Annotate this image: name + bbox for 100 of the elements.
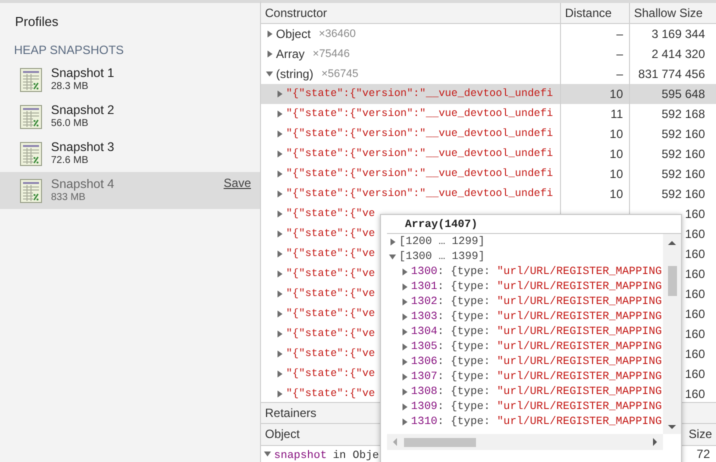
shallow-size: 160 xyxy=(684,246,705,261)
caret-right-icon[interactable] xyxy=(276,270,284,278)
distance-value: 11 xyxy=(610,106,623,121)
shallow-size: 160 xyxy=(684,226,705,241)
caret-right-icon[interactable] xyxy=(276,150,284,158)
shallow-size: 160 xyxy=(684,206,705,221)
constructor-name: Object xyxy=(276,26,311,41)
distance-value: 10 xyxy=(610,186,623,201)
retainer-size: 72 xyxy=(696,447,710,462)
caret-right-icon[interactable] xyxy=(276,90,284,98)
caret-right-icon[interactable] xyxy=(276,110,284,118)
string-value: "{"state":{"version":"__vue_devtool_undefi xyxy=(286,108,554,120)
spreadsheet-icon xyxy=(20,178,42,202)
caret-right-icon[interactable] xyxy=(276,130,284,138)
string-value: "{"state":{"ve xyxy=(286,208,376,220)
shallow-size: 592 160 xyxy=(662,166,705,181)
caret-right-icon[interactable] xyxy=(276,310,284,318)
string-value: "{"state":{"version":"__vue_devtool_undefi xyxy=(286,188,554,200)
string-row[interactable]: "{"state":{"version":"__vue_devtool_undefi 10 592 160 xyxy=(261,144,716,164)
spreadsheet-icon xyxy=(20,68,42,92)
string-row[interactable]: "{"state":{"version":"__vue_devtool_undefi 10 592 160 xyxy=(261,184,716,204)
horizontal-scrollbar[interactable] xyxy=(387,434,663,450)
snapshot-name: Snapshot 4 xyxy=(51,178,116,190)
snapshot-name: Snapshot 1 xyxy=(51,66,116,80)
string-value: "{"state":{"ve xyxy=(286,268,376,280)
array-entry: 1306: {type: "url/URL/REGISTER_MAPPING xyxy=(411,356,662,368)
caret-down-icon[interactable] xyxy=(266,70,274,78)
caret-right-icon[interactable] xyxy=(276,230,284,238)
string-value: "{"state":{"ve xyxy=(286,308,376,320)
distance-value: 10 xyxy=(610,126,623,141)
string-row[interactable]: "{"state":{"version":"__vue_devtool_undefi 10 595 648 xyxy=(261,84,716,104)
range-label: [1300 … 1399] xyxy=(399,250,485,262)
shallow-size: 592 160 xyxy=(662,126,705,141)
string-row[interactable]: "{"state":{"version":"__vue_devtool_undefi 10 592 160 xyxy=(261,164,716,184)
string-value: "{"state":{"ve xyxy=(286,348,376,360)
string-row[interactable]: "{"state":{"version":"__vue_devtool_undefi 11 592 168 xyxy=(261,104,716,124)
snapshot-item[interactable]: Snapshot 1 28.3 MB xyxy=(0,61,260,98)
caret-down-icon[interactable] xyxy=(389,252,397,260)
string-value: "{"state":{"ve xyxy=(286,248,376,260)
scroll-up-icon[interactable] xyxy=(668,240,676,246)
shallow-size: 592 168 xyxy=(662,106,705,121)
section-heading: HEAP SNAPSHOTS xyxy=(13,43,125,59)
scroll-right-icon[interactable] xyxy=(652,438,658,446)
snapshot-item[interactable]: Snapshot 3 72.6 MB xyxy=(0,135,260,172)
column-header[interactable]: Object xyxy=(265,427,300,446)
caret-right-icon[interactable] xyxy=(276,350,284,358)
shallow-size: 831 774 456 xyxy=(638,66,705,81)
snapshot-size: 56.0 MB xyxy=(51,117,90,130)
column-header[interactable]: Size xyxy=(688,427,712,446)
instance-count: ×75446 xyxy=(312,48,350,60)
caret-right-icon[interactable] xyxy=(266,50,274,58)
popover-title: Array(1407) xyxy=(404,218,479,233)
string-value: "{"state":{"version":"__vue_devtool_undefi xyxy=(286,128,554,140)
constructor-name: Array xyxy=(276,46,305,61)
array-entry: 1310: {type: "url/URL/REGISTER_MAPPING xyxy=(411,416,662,428)
snapshot-item[interactable]: Snapshot 2 56.0 MB xyxy=(0,98,260,135)
snapshot-size: 28.3 MB xyxy=(51,80,90,92)
spreadsheet-icon xyxy=(20,142,42,166)
caret-right-icon[interactable] xyxy=(276,250,284,258)
column-header[interactable]: Shallow Size xyxy=(630,3,715,23)
array-entry: 1305: {type: "url/URL/REGISTER_MAPPING xyxy=(411,340,662,352)
snapshot-name: Snapshot 2 xyxy=(51,104,116,116)
string-value: "{"state":{"version":"__vue_devtool_undefi xyxy=(286,148,554,160)
shallow-size: 160 xyxy=(684,286,705,301)
array-entry: 1300: {type: "url/URL/REGISTER_MAPPING xyxy=(411,266,662,278)
shallow-size: 160 xyxy=(684,366,705,381)
shallow-size: 160 xyxy=(684,386,705,401)
caret-down-icon[interactable] xyxy=(264,450,272,458)
sidebar-title: Profiles xyxy=(14,14,60,31)
snapshot-item[interactable]: Snapshot 4 833 MB Save xyxy=(0,172,260,209)
scrollbar-thumb[interactable] xyxy=(404,438,476,446)
array-entry: 1304: {type: "url/URL/REGISTER_MAPPING xyxy=(411,326,662,338)
caret-right-icon[interactable] xyxy=(276,290,284,298)
constructor-name: (string) xyxy=(276,66,314,81)
scrollbar-thumb[interactable] xyxy=(668,266,676,296)
caret-right-icon[interactable] xyxy=(276,370,284,378)
array-entry: 1307: {type: "url/URL/REGISTER_MAPPING xyxy=(411,370,662,382)
shallow-size: 2 414 320 xyxy=(652,46,705,61)
array-entry: 1302: {type: "url/URL/REGISTER_MAPPING xyxy=(411,296,662,308)
array-entry: 1308: {type: "url/URL/REGISTER_MAPPING xyxy=(411,386,662,398)
string-row[interactable]: "{"state":{"version":"__vue_devtool_undefi 10 592 160 xyxy=(261,124,716,144)
vertical-scrollbar[interactable] xyxy=(663,234,681,434)
string-value: "{"state":{"ve xyxy=(286,368,376,380)
caret-right-icon[interactable] xyxy=(276,190,284,198)
array-entry: 1309: {type: "url/URL/REGISTER_MAPPING xyxy=(411,400,662,412)
caret-right-icon[interactable] xyxy=(276,390,284,398)
caret-right-icon[interactable] xyxy=(276,330,284,338)
caret-right-icon[interactable] xyxy=(276,210,284,218)
shallow-size: 592 160 xyxy=(662,146,705,161)
spreadsheet-icon xyxy=(20,104,42,128)
shallow-size: 160 xyxy=(684,346,705,361)
string-value: "{"state":{"ve xyxy=(286,328,376,340)
column-header[interactable]: Constructor xyxy=(261,3,561,23)
caret-right-icon[interactable] xyxy=(389,238,397,246)
save-link[interactable]: Save xyxy=(224,176,251,190)
caret-right-icon[interactable] xyxy=(266,30,274,38)
shallow-size: 592 160 xyxy=(662,186,705,201)
snapshot-size: 72.6 MB xyxy=(51,154,90,166)
caret-right-icon[interactable] xyxy=(276,170,284,178)
column-header[interactable]: Distance xyxy=(561,3,630,23)
